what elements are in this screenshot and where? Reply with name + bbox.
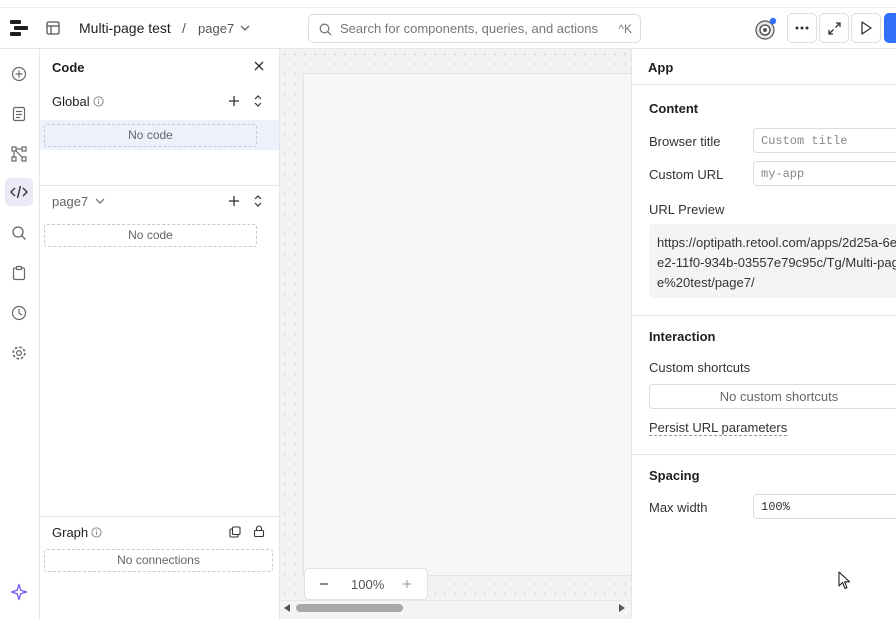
expand-collapse-icon[interactable] (253, 94, 263, 108)
history-icon[interactable] (10, 304, 28, 322)
graph-empty-state: No connections (44, 549, 273, 572)
content-heading: Content (649, 101, 699, 116)
top-bar: Multi-page test / page7 ^K (0, 8, 896, 49)
scroll-right-icon[interactable] (619, 604, 625, 612)
add-page-code-icon[interactable] (228, 195, 240, 207)
max-width-label: Max width (649, 500, 708, 515)
search-shortcut: ^K (618, 22, 632, 36)
spacing-heading: Spacing (649, 468, 700, 483)
url-preview-value: https://optipath.retool.com/apps/2d25a-6… (649, 224, 896, 298)
browser-title-input[interactable] (753, 128, 896, 153)
canvas-area[interactable]: 100% (280, 49, 631, 619)
global-empty-state: No code (44, 124, 257, 147)
page-section-label[interactable]: page7 (52, 194, 88, 209)
copilot-icon[interactable] (752, 16, 778, 42)
info-icon[interactable] (91, 527, 102, 538)
lock-icon[interactable] (253, 525, 265, 537)
custom-url-label: Custom URL (649, 167, 724, 182)
zoom-level[interactable]: 100% (351, 577, 384, 592)
left-rail (0, 49, 40, 619)
code-icon[interactable] (10, 183, 28, 201)
graph-section-label: Graph (52, 525, 89, 540)
top-strip (0, 0, 896, 8)
layout-toggle-icon[interactable] (46, 21, 60, 35)
search-icon (319, 23, 332, 36)
more-horizontal-icon (795, 26, 809, 30)
page-empty-state: No code (44, 224, 257, 247)
zoom-in-icon[interactable] (400, 577, 414, 591)
custom-url-input[interactable] (753, 161, 896, 186)
inspector-panel: App Content Browser title Custom URL URL… (631, 49, 896, 619)
mouse-cursor-icon (838, 571, 851, 590)
divider (632, 454, 896, 455)
search-icon[interactable] (10, 224, 28, 242)
run-button[interactable] (851, 13, 881, 43)
expand-collapse-icon[interactable] (253, 194, 263, 208)
inspector-title: App (648, 60, 674, 75)
app-name[interactable]: Multi-page test (79, 20, 171, 36)
play-icon (861, 21, 872, 35)
breadcrumb-separator: / (182, 20, 186, 36)
open-graph-icon[interactable] (229, 526, 241, 538)
horizontal-scrollbar[interactable] (280, 600, 631, 615)
custom-shortcuts-empty[interactable]: No custom shortcuts (649, 384, 896, 409)
divider (40, 185, 279, 186)
close-icon[interactable] (252, 59, 266, 73)
retool-logo-icon[interactable] (10, 19, 28, 37)
browser-title-label: Browser title (649, 134, 721, 149)
chevron-down-icon[interactable] (95, 197, 105, 205)
search-input[interactable] (340, 21, 600, 36)
preview-button[interactable] (884, 13, 896, 43)
more-button[interactable] (787, 13, 817, 43)
pages-icon[interactable] (10, 105, 28, 123)
scrollbar-thumb[interactable] (296, 604, 403, 612)
info-icon[interactable] (93, 96, 104, 107)
max-width-input[interactable] (753, 494, 896, 519)
settings-icon[interactable] (10, 344, 28, 362)
expand-icon (827, 21, 841, 35)
interaction-heading: Interaction (649, 329, 716, 344)
code-panel: Code Global No code page7 No code Graph … (40, 49, 280, 619)
command-search[interactable]: ^K (308, 14, 641, 43)
page-selector[interactable]: page7 (198, 21, 234, 36)
zoom-control: 100% (304, 568, 428, 600)
canvas-page[interactable] (303, 73, 631, 576)
add-icon[interactable] (10, 65, 28, 83)
divider (632, 315, 896, 316)
persist-url-parameters[interactable]: Persist URL parameters (649, 420, 788, 436)
zoom-out-icon[interactable] (317, 577, 331, 591)
chevron-down-icon[interactable] (240, 24, 250, 32)
scroll-left-icon[interactable] (284, 604, 290, 612)
custom-shortcuts-label: Custom shortcuts (649, 360, 751, 375)
divider (40, 516, 279, 517)
inspector-header: App (632, 49, 896, 85)
add-global-code-icon[interactable] (228, 95, 240, 107)
state-icon[interactable] (10, 264, 28, 282)
components-tree-icon[interactable] (10, 145, 28, 163)
code-panel-title: Code (52, 60, 85, 75)
global-section-label: Global (52, 94, 90, 109)
url-preview-label: URL Preview (649, 202, 725, 217)
assist-sparkle-icon[interactable] (10, 583, 28, 601)
fullscreen-button[interactable] (819, 13, 849, 43)
